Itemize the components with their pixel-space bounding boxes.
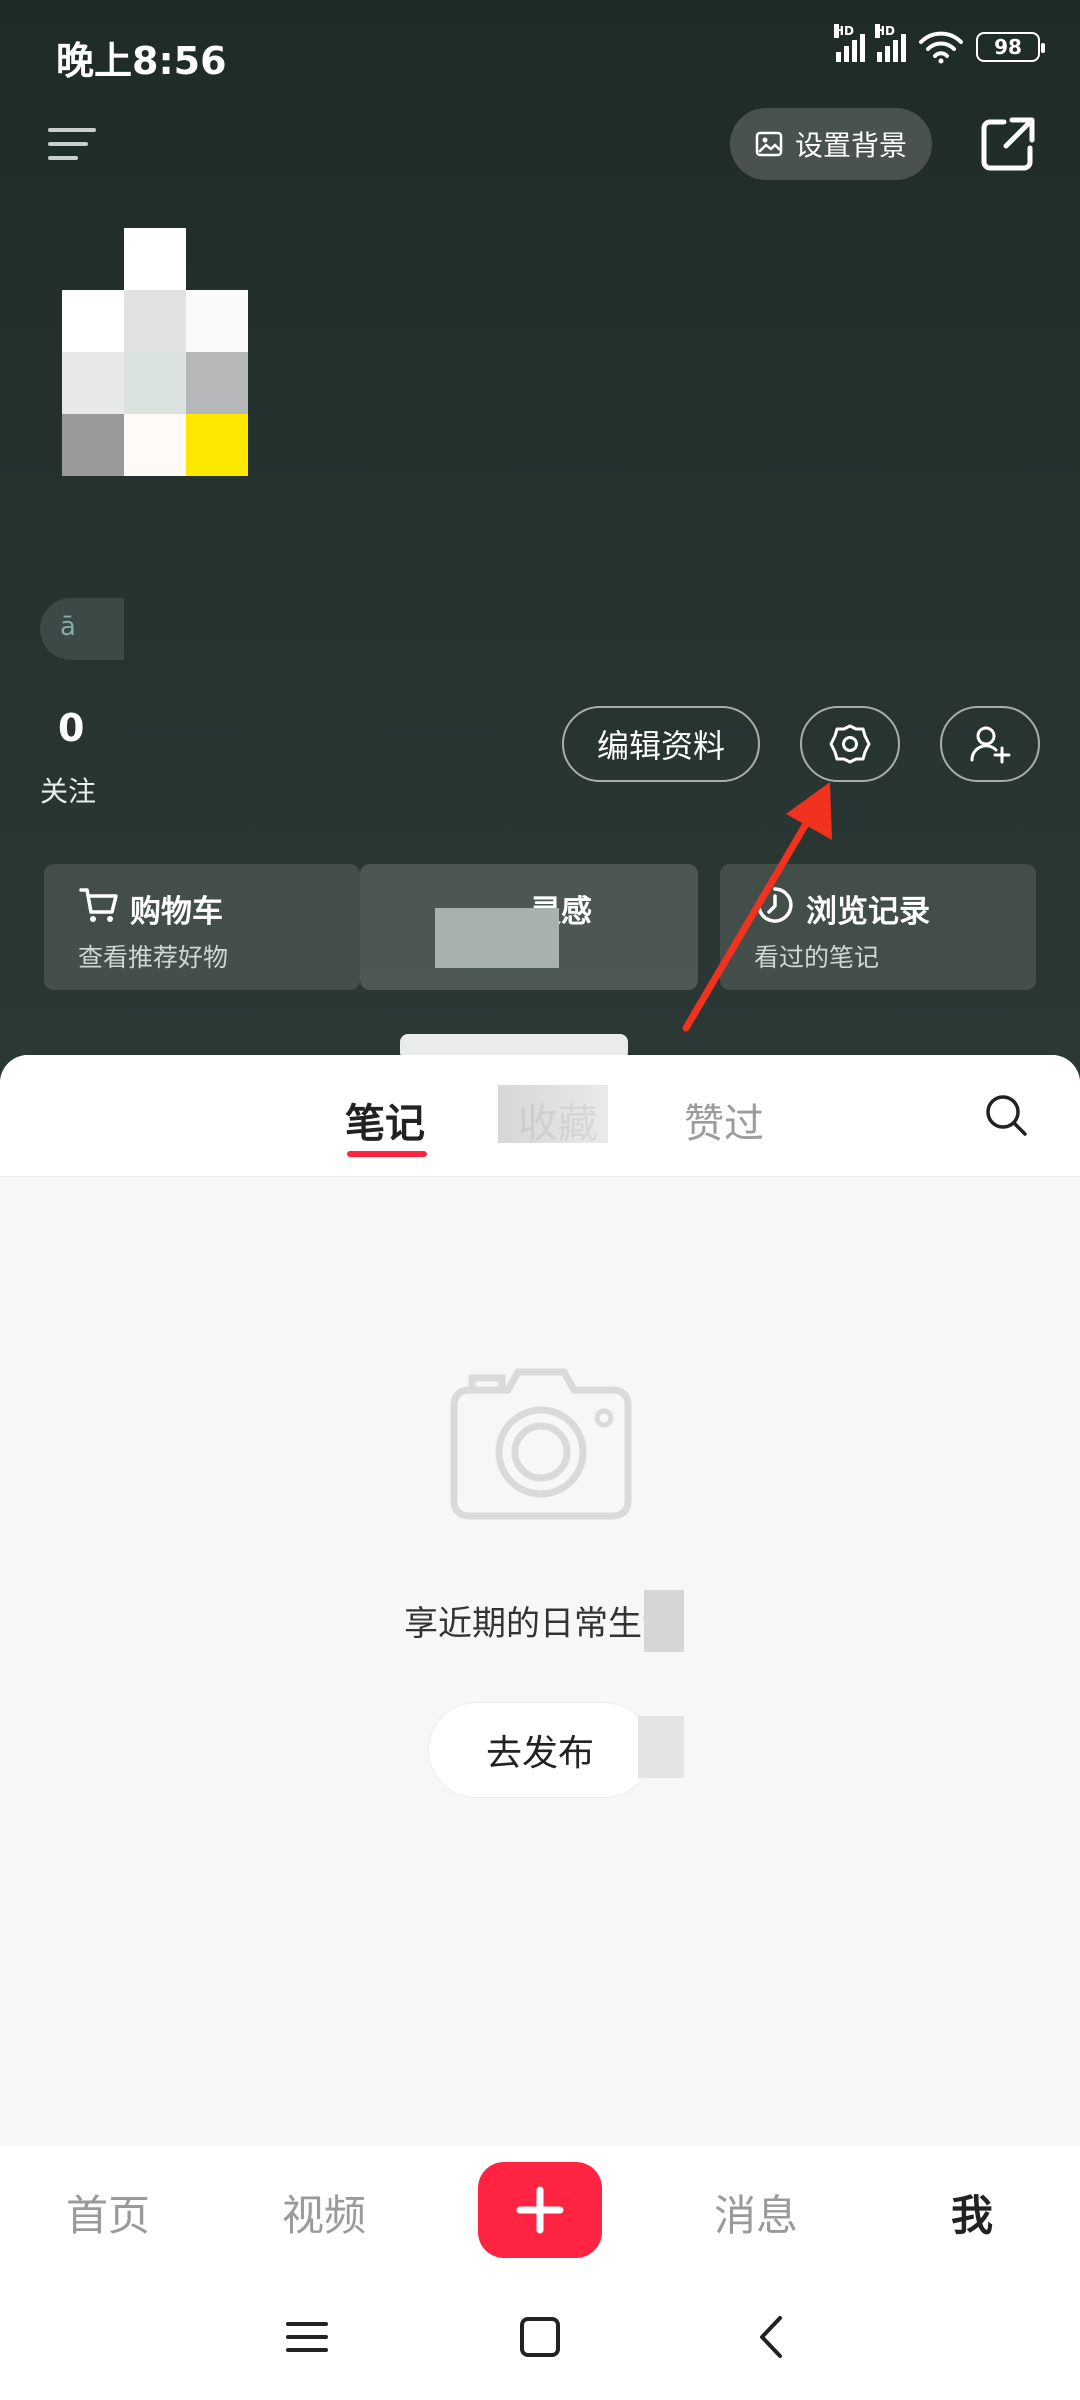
tab-notes[interactable]: 笔记	[345, 1091, 425, 1149]
following-count[interactable]: 0	[58, 706, 84, 750]
nav-video[interactable]: 视频	[264, 2182, 384, 2243]
set-background-label: 设置背景	[794, 129, 907, 162]
shopping-cart-card[interactable]: 购物车 查看推荐好物	[44, 864, 360, 990]
tab-bar: 笔记 收藏 赞过	[0, 1055, 1080, 1177]
publish-button[interactable]: 去发布	[428, 1702, 652, 1798]
share-icon[interactable]	[976, 112, 1040, 176]
nav-messages[interactable]: 消息	[696, 2182, 816, 2243]
status-time: 晚上8:56	[56, 39, 227, 83]
card-title: 购物车	[130, 894, 223, 930]
set-background-button[interactable]: 设置背景	[730, 108, 932, 180]
obscured-region	[498, 1085, 608, 1143]
active-tab-indicator	[347, 1151, 427, 1157]
status-icons: HD HD 98	[834, 24, 1045, 64]
battery-icon: 98	[976, 32, 1045, 62]
home-icon[interactable]	[515, 2312, 565, 2362]
card-subtitle: 查看推荐好物	[78, 943, 229, 972]
cart-icon	[79, 888, 118, 922]
plus-icon	[516, 2186, 564, 2234]
system-nav-bar	[0, 2276, 1080, 2400]
wifi-icon	[919, 31, 963, 64]
image-icon	[755, 131, 783, 157]
nav-home[interactable]: 首页	[48, 2182, 168, 2243]
empty-state-text: 享近期的日常生活	[404, 1604, 676, 1644]
tab-liked[interactable]: 赞过	[684, 1091, 764, 1149]
gear-icon	[829, 724, 871, 764]
following-label[interactable]: 关注	[40, 770, 96, 810]
obscured-region	[638, 1716, 684, 1778]
signal-icon: HD	[834, 24, 865, 62]
obscured-region	[644, 1590, 684, 1652]
annotation-arrow	[682, 782, 832, 1032]
add-user-icon	[970, 726, 1011, 764]
create-post-button[interactable]	[478, 2162, 602, 2258]
obscured-region	[435, 908, 559, 968]
avatar[interactable]	[62, 228, 248, 476]
back-icon[interactable]	[748, 2312, 798, 2362]
recent-apps-icon[interactable]	[282, 2312, 332, 2362]
signal-icon-2: HD	[875, 24, 906, 62]
menu-icon[interactable]	[48, 124, 98, 164]
user-id-pill[interactable]: ā	[40, 598, 124, 660]
nav-me[interactable]: 我	[912, 2182, 1032, 2243]
bottom-nav: 首页 视频 消息 我	[0, 2146, 1080, 2276]
search-icon[interactable]	[982, 1091, 1030, 1139]
add-friend-button[interactable]	[940, 706, 1040, 782]
camera-icon	[450, 1368, 632, 1520]
